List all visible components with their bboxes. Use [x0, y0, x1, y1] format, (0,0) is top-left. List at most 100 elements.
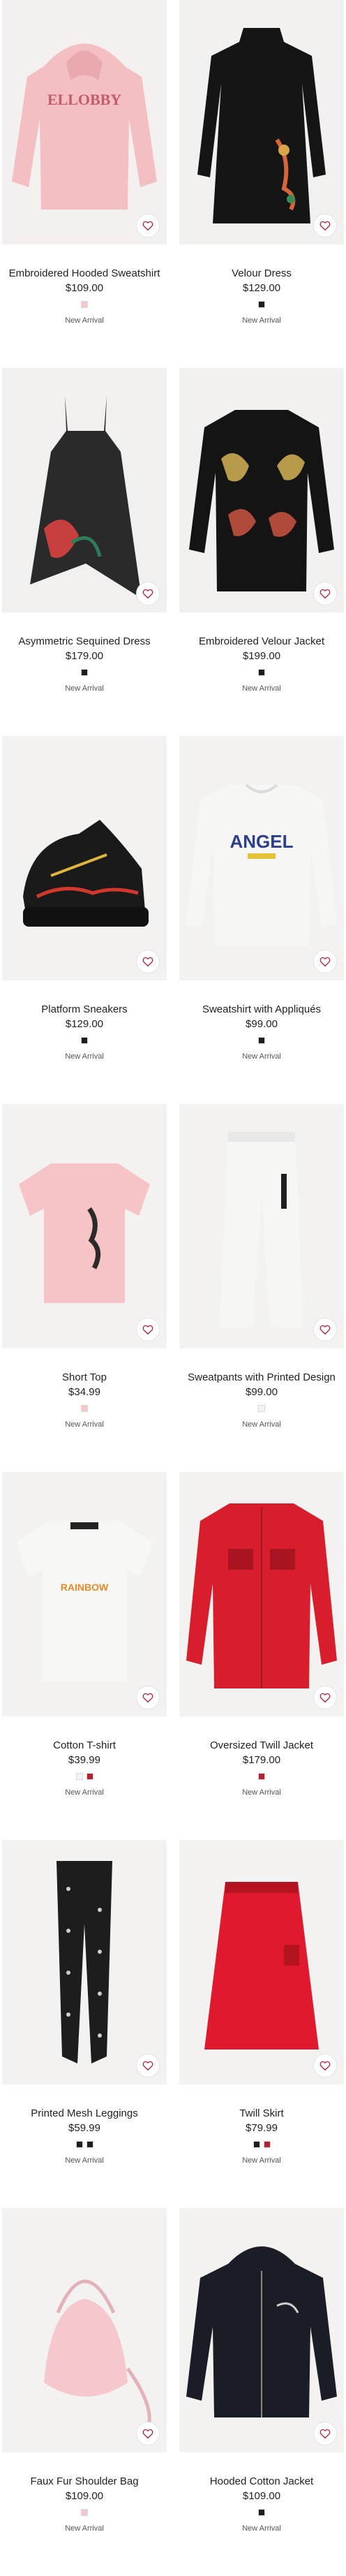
- product-name[interactable]: Embroidered Velour Jacket: [179, 635, 344, 648]
- product-image[interactable]: [179, 1104, 344, 1348]
- product-price: $59.99: [68, 2122, 100, 2134]
- new-arrival-label: New Arrival: [65, 2524, 104, 2533]
- color-swatch[interactable]: [258, 669, 265, 676]
- product-image[interactable]: [2, 1104, 167, 1348]
- favorite-button[interactable]: [313, 2422, 337, 2445]
- product-name[interactable]: Cotton T-shirt: [2, 1739, 167, 1752]
- product-image[interactable]: RAINBOW: [2, 1472, 167, 1716]
- svg-text:ELLOBBY: ELLOBBY: [47, 91, 121, 108]
- color-swatch[interactable]: [81, 669, 88, 676]
- favorite-button[interactable]: [313, 582, 337, 605]
- favorite-button[interactable]: [136, 214, 160, 237]
- product-card[interactable]: Twill Skirt $79.99 New Arrival: [179, 1840, 344, 2208]
- color-swatches: [2, 1037, 167, 1045]
- product-price: $79.99: [246, 2122, 278, 2134]
- heart-outline-icon: [319, 1325, 331, 1335]
- color-swatch[interactable]: [258, 301, 265, 308]
- color-swatches: [179, 2509, 344, 2517]
- product-illustration: [2, 1840, 167, 2084]
- product-card[interactable]: Oversized Twill Jacket $179.00 New Arriv…: [179, 1472, 344, 1840]
- color-swatch[interactable]: [81, 1037, 88, 1044]
- product-card[interactable]: Faux Fur Shoulder Bag $109.00 New Arriva…: [2, 2208, 167, 2576]
- favorite-button[interactable]: [313, 950, 337, 973]
- favorite-button[interactable]: [313, 1318, 337, 1341]
- product-card[interactable]: Sweatpants with Printed Design $99.00 Ne…: [179, 1104, 344, 1472]
- product-name[interactable]: Sweatpants with Printed Design: [179, 1371, 344, 1384]
- product-image[interactable]: [2, 736, 167, 980]
- product-illustration: ANGEL: [179, 736, 344, 980]
- heart-outline-icon: [319, 1693, 331, 1703]
- favorite-button[interactable]: [313, 214, 337, 237]
- color-swatch[interactable]: [75, 1773, 83, 1780]
- heart-outline-icon: [142, 2429, 153, 2439]
- product-name[interactable]: Oversized Twill Jacket: [179, 1739, 344, 1752]
- product-image[interactable]: [179, 1472, 344, 1716]
- favorite-button[interactable]: [136, 1318, 160, 1341]
- product-image[interactable]: [2, 2208, 167, 2452]
- color-swatch[interactable]: [258, 1773, 265, 1780]
- product-card[interactable]: Hooded Cotton Jacket $109.00 New Arrival: [179, 2208, 344, 2576]
- product-name[interactable]: Platform Sneakers: [2, 1003, 167, 1016]
- product-image[interactable]: ANGEL: [179, 736, 344, 980]
- favorite-button[interactable]: [136, 582, 160, 605]
- heart-outline-icon: [142, 221, 153, 231]
- product-card[interactable]: Printed Mesh Leggings $59.99 New Arrival: [2, 1840, 167, 2208]
- color-swatch[interactable]: [81, 1405, 88, 1412]
- product-card[interactable]: Platform Sneakers $129.00 New Arrival: [2, 736, 167, 1104]
- color-swatch[interactable]: [258, 1037, 265, 1044]
- favorite-button[interactable]: [136, 2054, 160, 2077]
- product-image[interactable]: ELLOBBY: [2, 0, 167, 244]
- heart-outline-icon: [142, 957, 153, 967]
- product-illustration: [2, 1104, 167, 1348]
- color-swatch[interactable]: [86, 1773, 93, 1780]
- product-image[interactable]: [2, 1840, 167, 2084]
- favorite-button[interactable]: [136, 950, 160, 973]
- product-name[interactable]: Short Top: [2, 1371, 167, 1384]
- product-name[interactable]: Asymmetric Sequined Dress: [2, 635, 167, 648]
- product-card[interactable]: Asymmetric Sequined Dress $179.00 New Ar…: [2, 368, 167, 736]
- product-name[interactable]: Sweatshirt with Appliqués: [179, 1003, 344, 1016]
- product-info: Printed Mesh Leggings $59.99 New Arrival: [2, 2084, 167, 2165]
- color-swatch[interactable]: [258, 2509, 265, 2516]
- product-name[interactable]: Embroidered Hooded Sweatshirt: [2, 267, 167, 280]
- product-image[interactable]: [179, 368, 344, 612]
- product-name[interactable]: Twill Skirt: [179, 2107, 344, 2120]
- product-image[interactable]: [179, 0, 344, 244]
- product-info: Asymmetric Sequined Dress $179.00 New Ar…: [2, 612, 167, 693]
- color-swatch[interactable]: [253, 2141, 260, 2148]
- product-name[interactable]: Printed Mesh Leggings: [2, 2107, 167, 2120]
- color-swatch[interactable]: [81, 2509, 88, 2516]
- color-swatch[interactable]: [81, 301, 88, 308]
- favorite-button[interactable]: [313, 2054, 337, 2077]
- product-price: $179.00: [242, 1754, 281, 1766]
- product-image[interactable]: [179, 2208, 344, 2452]
- product-illustration: RAINBOW: [2, 1472, 167, 1716]
- product-price: $99.00: [246, 1018, 278, 1030]
- product-card[interactable]: RAINBOW Cotton T-shirt $39.99 New Arriva…: [2, 1472, 167, 1840]
- color-swatch[interactable]: [258, 1405, 265, 1412]
- product-card[interactable]: Short Top $34.99 New Arrival: [2, 1104, 167, 1472]
- new-arrival-label: New Arrival: [65, 1420, 104, 1429]
- new-arrival-label: New Arrival: [242, 316, 281, 325]
- product-name[interactable]: Hooded Cotton Jacket: [179, 2475, 344, 2488]
- product-price: $129.00: [65, 1018, 104, 1030]
- color-swatch[interactable]: [75, 2141, 83, 2148]
- product-card[interactable]: Embroidered Velour Jacket $199.00 New Ar…: [179, 368, 344, 736]
- product-illustration: [179, 1840, 344, 2084]
- product-image[interactable]: [2, 368, 167, 612]
- color-swatch[interactable]: [86, 2141, 93, 2148]
- product-card[interactable]: Velour Dress $129.00 New Arrival: [179, 0, 344, 368]
- product-name[interactable]: Faux Fur Shoulder Bag: [2, 2475, 167, 2488]
- product-illustration: [179, 1472, 344, 1716]
- heart-outline-icon: [142, 2061, 153, 2071]
- product-card[interactable]: ANGEL Sweatshirt with Appliqués $99.00 N…: [179, 736, 344, 1104]
- product-card[interactable]: ELLOBBY Embroidered Hooded Sweatshirt $1…: [2, 0, 167, 368]
- product-price: $199.00: [242, 650, 281, 662]
- favorite-button[interactable]: [136, 1686, 160, 1709]
- favorite-button[interactable]: [136, 2422, 160, 2445]
- product-name[interactable]: Velour Dress: [179, 267, 344, 280]
- color-swatch[interactable]: [263, 2141, 271, 2148]
- product-image[interactable]: [179, 1840, 344, 2084]
- favorite-button[interactable]: [313, 1686, 337, 1709]
- product-price: $109.00: [242, 2490, 281, 2502]
